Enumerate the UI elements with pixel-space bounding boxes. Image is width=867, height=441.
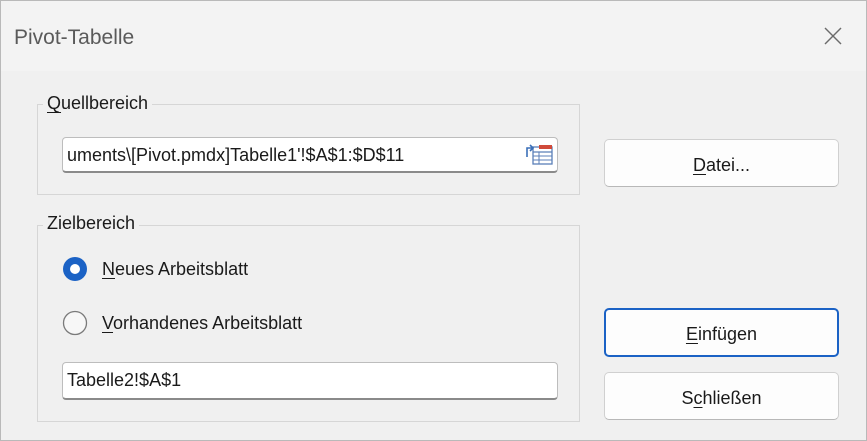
target-range-input[interactable]: Tabelle2!$A$1: [62, 362, 558, 400]
insert-button-label: Einfügen: [685, 324, 758, 344]
source-range-value: uments\[Pivot.pmdx]Tabelle1'!$A$1:$D$11: [67, 145, 405, 165]
close-icon: [824, 27, 842, 45]
source-range-legend: Quellbereich: [43, 94, 153, 112]
range-select-icon[interactable]: [524, 143, 554, 167]
pivot-dialog: Pivot-Tabelle Quellbereich uments\[Pivot…: [0, 0, 867, 441]
radio-new-sheet[interactable]: Neues Arbeitsblatt: [62, 256, 362, 282]
title-bar: Pivot-Tabelle: [1, 1, 866, 71]
close-button[interactable]: Schließen: [604, 372, 839, 420]
radio-existing-sheet[interactable]: Vorhandenes Arbeitsblatt: [62, 310, 382, 336]
close-button-label: Schließen: [681, 388, 762, 408]
radio-new-sheet-label: Neues Arbeitsblatt: [102, 259, 249, 279]
radio-selected-icon: [63, 257, 87, 281]
target-range-legend: Zielbereich: [43, 214, 140, 232]
dialog-title: Pivot-Tabelle: [14, 26, 135, 49]
file-button[interactable]: Datei...: [604, 139, 839, 187]
radio-unselected-icon: [62, 310, 88, 336]
radio-existing-sheet-label: Vorhandenes Arbeitsblatt: [102, 313, 303, 333]
source-range-input[interactable]: uments\[Pivot.pmdx]Tabelle1'!$A$1:$D$11: [62, 137, 558, 173]
target-range-value: Tabelle2!$A$1: [67, 370, 182, 390]
close-window-button[interactable]: [796, 1, 866, 71]
file-button-label: Datei...: [692, 155, 751, 175]
insert-button[interactable]: Einfügen: [604, 308, 839, 357]
